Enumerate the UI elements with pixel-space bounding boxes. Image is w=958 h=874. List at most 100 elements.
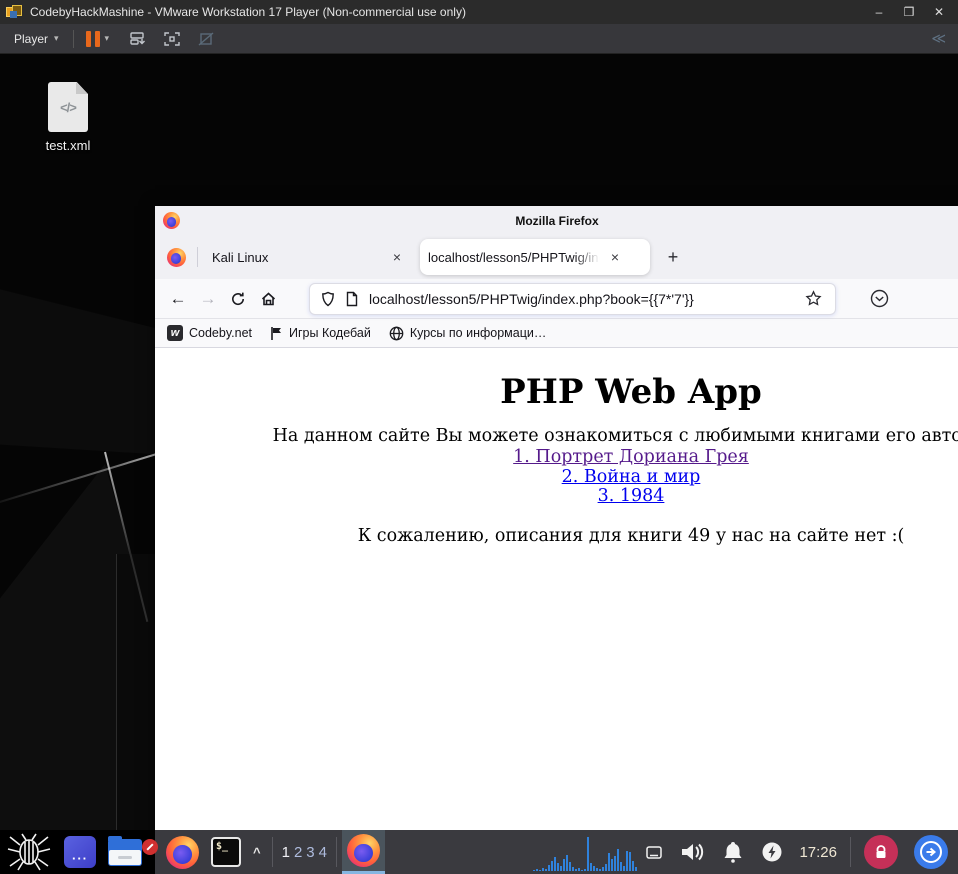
book-link-1[interactable]: 1. Портрет Дориана Грея [155, 447, 958, 468]
vmware-tool-icons [127, 29, 217, 49]
bookmarks-toolbar: w Codeby.net Игры Кодебай Курсы по инфор… [155, 319, 958, 348]
kali-dragon-icon [7, 833, 51, 871]
pause-icon [85, 30, 100, 47]
book-links: 1. Портрет Дориана Грея 2. Война и мир 3… [155, 447, 958, 507]
taskbar-left: ··· $_ ^ 1 2 3 4 [0, 830, 385, 874]
url-input[interactable]: localhost/lesson5/PHPTwig/index.php?book… [369, 291, 801, 307]
bookmark-games[interactable]: Игры Кодебай [270, 326, 371, 341]
tab-divider [197, 247, 198, 267]
firefox-icon [166, 835, 199, 869]
bookmark-label: Codeby.net [189, 326, 253, 340]
url-bar[interactable]: localhost/lesson5/PHPTwig/index.php?book… [309, 282, 836, 315]
player-menu-button[interactable]: Player ▾ [8, 30, 65, 48]
not-found-message: К сожалению, описания для книги 49 у нас… [357, 525, 905, 546]
firefox-launcher-button[interactable] [160, 830, 205, 874]
book-link-3[interactable]: 3. 1984 [155, 486, 958, 507]
forward-button: → [199, 288, 217, 308]
kali-menu-button[interactable] [0, 830, 58, 874]
navigation-toolbar: ← → localhost/lesson5/PHPTwig/index.php?… [155, 279, 958, 319]
display-settings-icon[interactable] [637, 830, 671, 874]
chevron-up-icon[interactable]: ^ [247, 845, 267, 860]
tab-title: Kali Linux [212, 249, 269, 265]
flag-icon [271, 326, 282, 340]
caret-down-icon: ▾ [54, 33, 59, 43]
new-tab-button[interactable]: + [658, 242, 688, 272]
fullscreen-button[interactable] [161, 29, 183, 49]
workspace-3[interactable]: 3 [306, 844, 314, 861]
globe-icon [389, 326, 404, 340]
firefox-titlebar: Mozilla Firefox [155, 206, 958, 235]
workspace-switcher[interactable]: 1 2 3 4 [278, 844, 331, 861]
screen-lock-button[interactable] [856, 830, 906, 874]
book-link-2[interactable]: 2. Война и мир [155, 467, 958, 488]
tab-strip: Kali Linux × localhost/lesson5/PHPTwig/i… [155, 235, 958, 279]
maximize-button[interactable]: ❒ [896, 3, 922, 21]
bookmark-label: Игры Кодебай [289, 326, 371, 340]
taskbar-tray: 17:26 [533, 830, 958, 874]
suspend-vm-button[interactable]: ▾ [82, 30, 114, 47]
lock-icon [864, 835, 898, 869]
shield-icon[interactable] [320, 291, 336, 307]
bookmark-codeby[interactable]: w Codeby.net [167, 325, 252, 341]
bookmark-label: Курсы по информаци… [409, 326, 547, 340]
page-info-icon[interactable] [345, 291, 359, 307]
text-editor-button[interactable] [142, 830, 160, 874]
vmware-window-controls: – ❒ ✕ [866, 3, 952, 21]
reload-button[interactable] [223, 284, 253, 314]
tab-close-button[interactable]: × [386, 246, 408, 268]
page-content: PHP Web App На данном сайте Вы можете оз… [155, 348, 958, 874]
notification-bell-icon[interactable] [713, 830, 753, 874]
workspace-1[interactable]: 1 [282, 844, 290, 861]
taskbar: ··· $_ ^ 1 2 3 4 17:26 [0, 830, 958, 874]
close-button[interactable]: ✕ [926, 3, 952, 21]
firefox-window: Mozilla Firefox Kali Linux × localhost/l… [155, 206, 958, 874]
tab-localhost-active[interactable]: localhost/lesson5/PHPTwig/index.php?book… [420, 239, 650, 275]
minimize-button[interactable]: – [866, 3, 892, 21]
volume-icon[interactable] [671, 830, 713, 874]
firefox-icon [346, 834, 380, 867]
folder-icon [108, 835, 142, 866]
arrow-right-circle-icon [914, 835, 948, 869]
pocket-save-icon[interactable] [864, 284, 894, 314]
intro-text: На данном сайте Вы можете ознакомиться с… [272, 426, 958, 446]
firefox-icon [166, 247, 186, 267]
edit-pencil-badge [142, 839, 158, 855]
desktop-icon-test-xml[interactable]: </> test.xml [34, 82, 102, 153]
clock[interactable]: 17:26 [791, 844, 845, 861]
xml-file-icon: </> [48, 82, 88, 132]
file-manager-button[interactable] [102, 830, 148, 874]
firefox-task-button-active[interactable] [341, 830, 385, 874]
vmware-logo-icon [6, 4, 23, 20]
app-menu-button[interactable]: ··· [58, 830, 102, 874]
workspace-2[interactable]: 2 [294, 844, 302, 861]
vmware-toolbar: Player ▾ ▾ ≪ [0, 24, 958, 54]
tab-kali-linux[interactable]: Kali Linux × [204, 239, 416, 275]
kali-desktop: </> test.xml Mozilla Firefox Kali Linux … [0, 54, 958, 874]
firefox-view-button[interactable] [161, 242, 191, 272]
network-graph[interactable] [533, 833, 638, 871]
workspace-4[interactable]: 4 [319, 844, 327, 861]
page-title: PHP Web App [500, 372, 762, 412]
unity-mode-button-disabled [195, 29, 217, 49]
whisker-session-button[interactable] [906, 830, 958, 874]
player-menu-label: Player [14, 31, 49, 46]
firefox-window-title: Mozilla Firefox [515, 213, 599, 228]
terminal-icon: $_ [211, 837, 241, 867]
taskbar-divider [850, 837, 851, 867]
toolbar-divider [72, 29, 74, 48]
bookmark-star-icon[interactable] [801, 287, 825, 311]
vmware-window-title: CodebyHackMashine - VMware Workstation 1… [30, 5, 466, 19]
terminal-button[interactable]: $_ [205, 830, 247, 874]
taskbar-divider [335, 837, 337, 867]
power-manager-icon[interactable] [753, 830, 791, 874]
bookmark-courses[interactable]: Курсы по информаци… [389, 326, 547, 341]
collapse-toolbar-button[interactable]: ≪ [931, 30, 950, 47]
home-button[interactable] [253, 284, 283, 314]
codeby-favicon: w [167, 325, 183, 341]
firefox-icon [163, 212, 180, 229]
app-grid-icon: ··· [64, 836, 96, 868]
taskbar-divider [271, 837, 273, 867]
tab-close-button[interactable]: × [604, 246, 626, 268]
back-button[interactable]: ← [163, 284, 193, 314]
send-ctrl-alt-del-button[interactable] [127, 29, 149, 49]
